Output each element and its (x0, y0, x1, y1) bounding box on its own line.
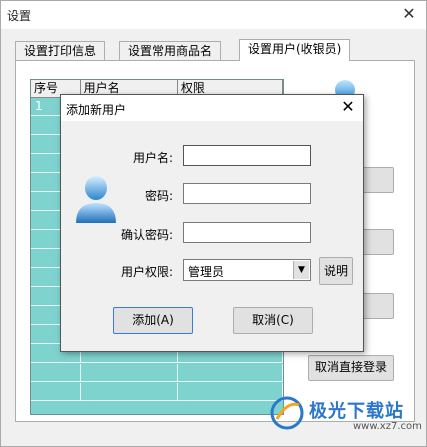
main-window-title: 设置 (7, 9, 32, 23)
table-row[interactable] (31, 383, 283, 401)
username-label: 用户名: (132, 151, 173, 165)
main-close-icon[interactable]: ✕ (400, 5, 418, 23)
cancel-button[interactable]: 取消(C) (233, 307, 313, 334)
watermark-logo-icon (270, 396, 304, 430)
main-titlebar: 设置 ✕ (1, 1, 426, 29)
password-label: 密码: (144, 189, 173, 203)
chevron-down-icon[interactable]: ▼ (293, 261, 309, 279)
tab-print-info[interactable]: 设置打印信息 (15, 41, 106, 61)
add-user-dialog: 添加新用户 ✕ 用户名: 密码: 确认密码: 用户权限: 管理员 ▼ 说明 添加… (60, 94, 364, 352)
dialog-close-icon[interactable]: ✕ (339, 98, 357, 116)
cancel-direct-login-button[interactable]: 取消直接登录 (308, 355, 394, 381)
watermark-url: www.xz7.com (353, 421, 422, 432)
confirm-password-label: 确认密码: (120, 228, 173, 242)
table-row[interactable] (31, 364, 283, 382)
username-input[interactable] (183, 145, 311, 166)
tab-common-products[interactable]: 设置常用商品名 (119, 41, 222, 61)
permission-label: 用户权限: (120, 265, 173, 279)
add-button[interactable]: 添加(A) (113, 307, 193, 334)
permission-select[interactable]: 管理员 ▼ (183, 259, 311, 281)
permission-selected-value: 管理员 (188, 265, 225, 279)
watermark-text: 极光下载站 (309, 401, 404, 422)
tab-users[interactable]: 设置用户(收银员) (239, 39, 351, 61)
explain-button[interactable]: 说明 (319, 257, 353, 285)
confirm-password-input[interactable] (183, 222, 311, 243)
password-input[interactable] (183, 183, 311, 204)
watermark: 极光下载站 www.xz7.com (269, 395, 422, 435)
dialog-title: 添加新用户 (66, 103, 127, 117)
dialog-titlebar: 添加新用户 ✕ (61, 95, 363, 121)
